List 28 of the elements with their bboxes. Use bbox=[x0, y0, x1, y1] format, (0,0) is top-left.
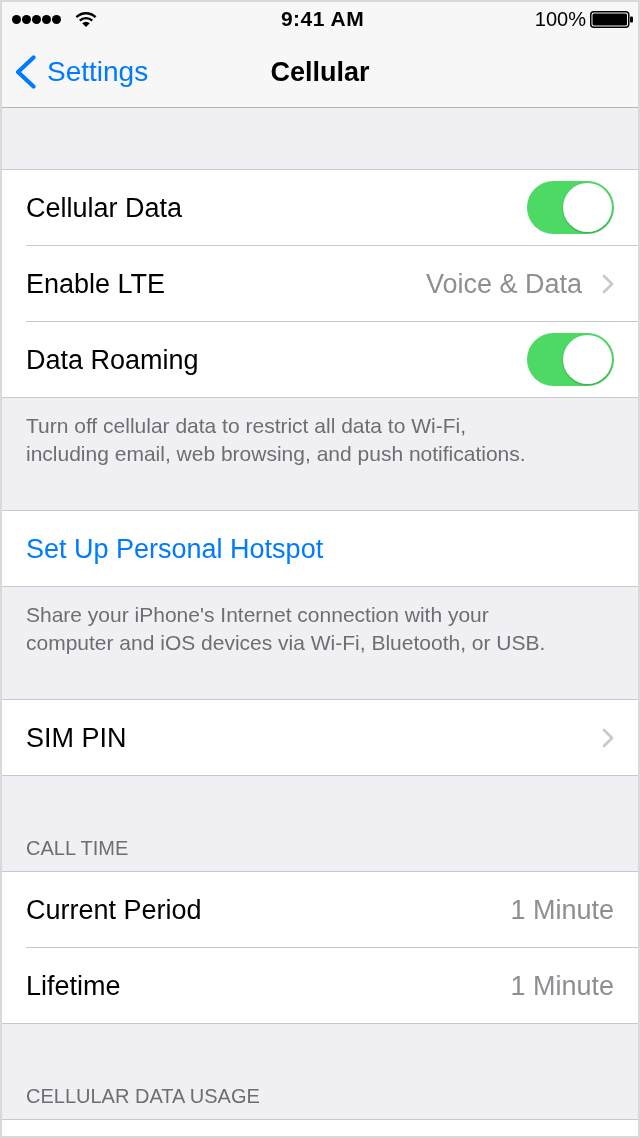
settings-row[interactable]: SIM PIN bbox=[2, 700, 638, 775]
status-time: 9:41 AM bbox=[280, 7, 365, 31]
toggle-switch[interactable] bbox=[527, 333, 614, 386]
action-link[interactable]: Set Up Personal Hotspot bbox=[26, 532, 324, 565]
toggle-switch[interactable] bbox=[527, 181, 614, 234]
row-label: SIM PIN bbox=[26, 721, 127, 754]
signal-icon bbox=[12, 14, 61, 24]
back-button[interactable]: Settings bbox=[14, 54, 149, 89]
section-header: CELLULAR DATA USAGE bbox=[26, 1084, 260, 1108]
row-value: Voice & Data bbox=[425, 267, 582, 300]
row-label: Data Roaming bbox=[26, 343, 199, 376]
section-footer: Share your iPhone's Internet connection with your computer and iOS devices via Wi-Fi, Bluetooth, or USB. bbox=[26, 601, 550, 657]
chevron-right-icon bbox=[602, 727, 614, 748]
nav-title: Cellular bbox=[270, 55, 370, 88]
battery-icon bbox=[590, 10, 633, 28]
row-label: Current Period bbox=[26, 893, 202, 926]
row-value: 1 Minute bbox=[510, 893, 614, 926]
row-label: Lifetime bbox=[26, 969, 121, 1002]
battery-percentage: 100% bbox=[534, 7, 586, 31]
chevron-left-icon bbox=[14, 54, 36, 89]
row-label: Cellular Data bbox=[26, 191, 183, 224]
section-footer: Turn off cellular data to restrict all data to Wi-Fi, including email, web browsing, and push notifications. bbox=[26, 412, 550, 468]
settings-row[interactable]: Enable LTE Voice & Data bbox=[2, 246, 638, 322]
row-label: Enable LTE bbox=[26, 267, 166, 300]
wifi-icon bbox=[75, 11, 97, 27]
row-value: 1 Minute bbox=[510, 969, 614, 1002]
chevron-right-icon bbox=[602, 273, 614, 294]
section-header: CALL TIME bbox=[26, 836, 129, 860]
